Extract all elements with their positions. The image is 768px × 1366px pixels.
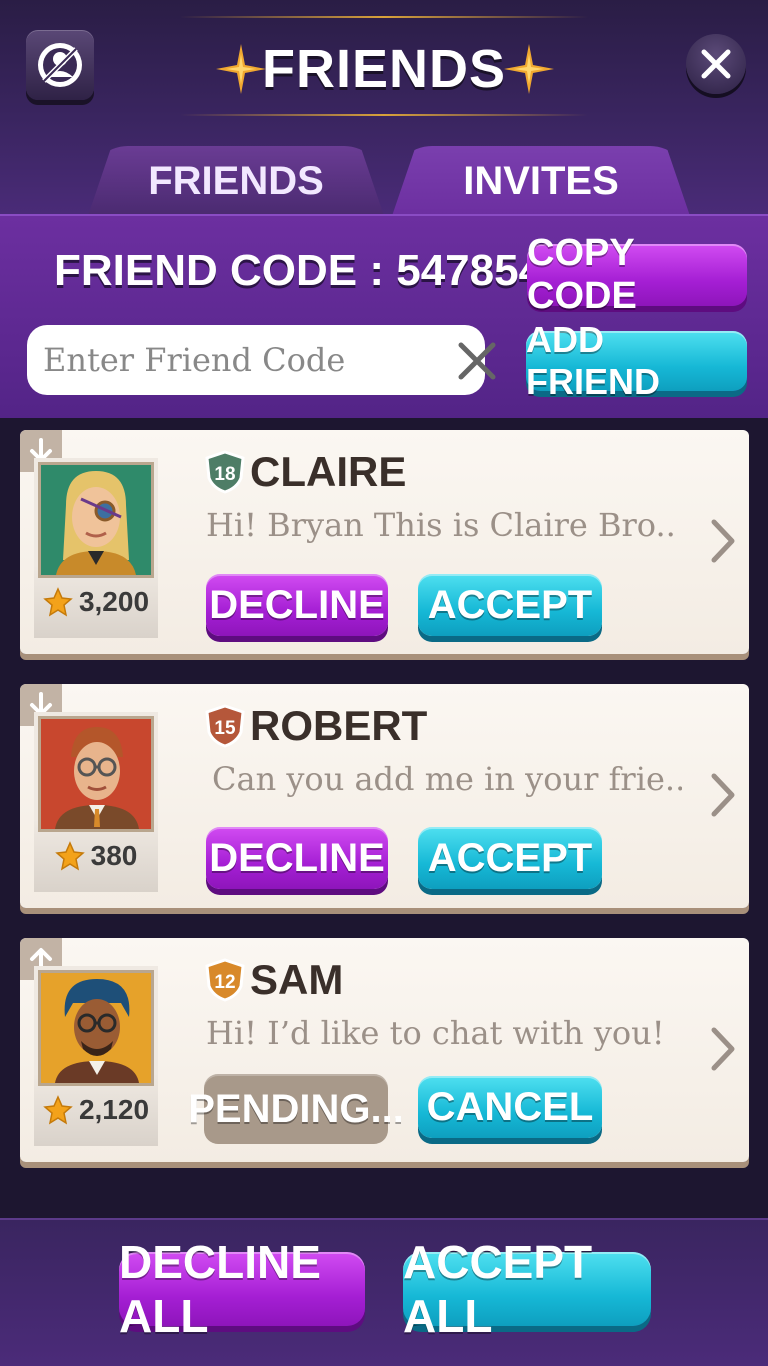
accept-button[interactable]: ACCEPT <box>418 827 602 889</box>
friend-code-input-wrapper <box>27 325 496 395</box>
star-icon <box>43 587 73 617</box>
star-decoration-right-icon <box>504 44 554 94</box>
header-top-divider <box>180 16 588 18</box>
score: 3,200 <box>34 582 158 622</box>
star-icon <box>54 841 85 871</box>
avatar-column: 2,120 <box>34 966 158 1146</box>
page-title: FRIENDS <box>261 39 506 99</box>
level-value: 15 <box>214 718 236 739</box>
score-value: 380 <box>90 840 138 871</box>
accept-button[interactable]: ACCEPT <box>418 574 602 636</box>
chevron-right-icon[interactable] <box>708 518 738 564</box>
pending-label: PENDING... <box>188 1086 404 1131</box>
copy-code-label: COPY CODE <box>527 232 637 317</box>
accept-label: ACCEPT <box>427 582 593 627</box>
score-value: 2,120 <box>78 1094 150 1125</box>
cancel-button[interactable]: CANCEL <box>418 1076 602 1138</box>
score: 380 <box>34 836 158 876</box>
decline-button[interactable]: DECLINE <box>206 574 388 636</box>
invite-name: ROBERT <box>250 702 428 749</box>
tab-friends[interactable]: FRIENDS <box>88 146 384 216</box>
avatar[interactable] <box>38 970 154 1086</box>
invite-message: Hi! I’d like to chat with you! <box>206 1014 665 1052</box>
decline-button[interactable]: DECLINE <box>206 827 388 889</box>
header-bottom-divider <box>180 114 588 116</box>
tab-friends-label: FRIENDS <box>148 158 324 203</box>
level-badge-icon: 15 <box>205 704 245 748</box>
chevron-right-icon[interactable] <box>708 1026 738 1072</box>
level-value: 18 <box>214 464 235 485</box>
avatar-column: 3,200 <box>34 458 158 638</box>
invite-message: Hi! Bryan This is Claire Bro... <box>206 506 676 544</box>
accept-label: ACCEPT <box>427 835 593 880</box>
star-icon <box>43 1095 73 1125</box>
footer-bar <box>0 1218 768 1366</box>
tab-invites-label: INVITES <box>463 158 619 203</box>
decline-label: DECLINE <box>209 582 385 627</box>
cancel-label: CANCEL <box>426 1084 594 1129</box>
copy-code-button[interactable]: COPY CODE <box>527 232 747 317</box>
invite-card-robert: 380 15 ROBERT Can you add me in your fri… <box>20 684 749 908</box>
clear-icon[interactable] <box>455 339 499 383</box>
level-value: 12 <box>214 972 235 993</box>
chevron-right-icon[interactable] <box>708 772 738 818</box>
avatar[interactable] <box>38 462 154 578</box>
score-value: 3,200 <box>78 586 150 617</box>
invite-card-sam: 2,120 12 SAM Hi! I’d like to chat with y… <box>20 938 749 1162</box>
decline-all-button[interactable]: DECLINE ALL <box>119 1236 365 1342</box>
add-friend-button[interactable]: ADD FRIEND <box>526 319 747 402</box>
tab-invites[interactable]: INVITES <box>392 146 690 216</box>
level-badge-icon: 18 <box>205 450 245 494</box>
friend-code-input[interactable] <box>43 325 423 395</box>
accept-all-label: ACCEPT ALL <box>403 1236 593 1342</box>
decline-label: DECLINE <box>209 835 385 880</box>
avatar-portrait-icon <box>55 979 139 1083</box>
decline-all-label: DECLINE ALL <box>119 1236 321 1342</box>
avatar-portrait-icon <box>55 727 139 829</box>
accept-all-button[interactable]: ACCEPT ALL <box>403 1236 651 1342</box>
add-friend-label: ADD FRIEND <box>526 319 660 402</box>
close-icon <box>701 49 731 79</box>
pending-status-button: PENDING... <box>188 1074 404 1144</box>
invite-name: SAM <box>250 956 344 1003</box>
invite-card-claire: 3,200 18 CLAIRE Hi! Bryan This is Claire… <box>20 430 749 654</box>
avatar-portrait-icon <box>56 471 136 575</box>
close-button[interactable] <box>686 34 746 94</box>
invite-message: Can you add me in your frie... <box>212 760 682 798</box>
avatar[interactable] <box>38 716 154 832</box>
avatar-column: 380 <box>34 712 158 892</box>
invite-name: CLAIRE <box>250 448 407 495</box>
score: 2,120 <box>34 1090 158 1130</box>
level-badge-icon: 12 <box>205 958 245 1002</box>
